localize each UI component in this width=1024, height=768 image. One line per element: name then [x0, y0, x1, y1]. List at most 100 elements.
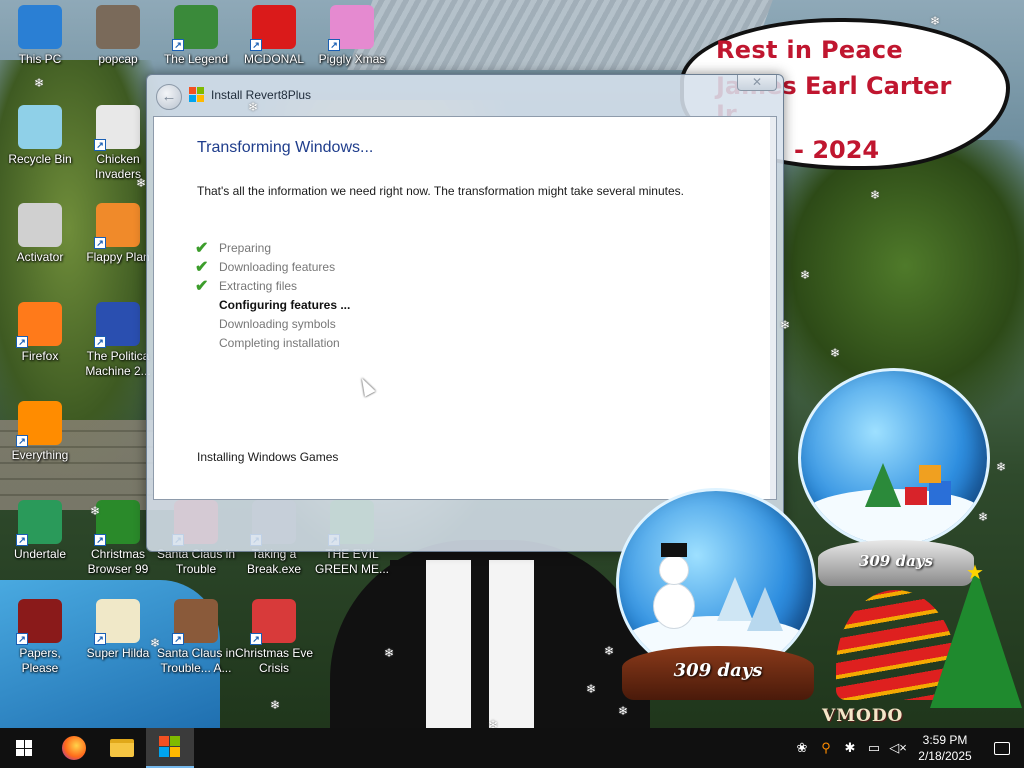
snowflake-icon: ❄ [34, 76, 45, 90]
snow-globe-small [798, 368, 990, 548]
search-tray-icon[interactable]: ⚲ [814, 728, 838, 768]
desktop-icon-computer[interactable]: This PC [0, 5, 80, 67]
clock[interactable]: 3:59 PM 2/18/2025 [910, 732, 980, 764]
recycle-bin-icon [18, 105, 62, 149]
desktop-icon-xmas-eve[interactable]: ↗ Christmas Eve Crisis [234, 599, 314, 676]
snowflake-icon: ❄ [930, 14, 941, 28]
taskbar-file-explorer[interactable] [98, 728, 146, 768]
notification-center-button[interactable] [980, 728, 1024, 768]
checkmark-icon: ✔ [195, 259, 209, 276]
shortcut-arrow-icon: ↗ [94, 336, 106, 348]
snowman-body-icon [653, 583, 695, 629]
snowflake-icon: ❄ [978, 510, 989, 524]
progress-step-label: Completing installation [219, 336, 340, 350]
shortcut-arrow-icon: ↗ [16, 534, 28, 546]
taskbar-installer[interactable] [146, 728, 194, 768]
desktop-icon-label: MCDONAL [243, 52, 304, 66]
desktop-icon-activator[interactable]: Activator [0, 203, 80, 265]
installer-content: Transforming Windows... That's all the i… [153, 116, 777, 500]
desktop-icon-popcap[interactable]: popcap [78, 5, 158, 67]
taskbar-firefox[interactable] [50, 728, 98, 768]
snow-tree-icon-2 [747, 587, 783, 631]
snowflake-icon: ❄ [780, 318, 791, 332]
installer-heading: Transforming Windows... [197, 139, 374, 156]
shortcut-arrow-icon: ↗ [172, 633, 184, 645]
snowflake-icon: ❄ [830, 346, 841, 360]
desktop-icon-mcdonalds[interactable]: ↗ MCDONAL [234, 5, 314, 67]
start-button[interactable] [0, 728, 48, 768]
xmas-eve-icon: ↗ [250, 599, 296, 645]
gift-orange-icon [919, 465, 941, 483]
politica-icon: ↗ [94, 302, 140, 348]
background-figure-shirt [390, 560, 570, 730]
desktop-icon-everything[interactable]: ↗ Everything [0, 401, 80, 463]
desktop-icon-undertale[interactable]: ↗ Undertale [0, 500, 80, 562]
desktop-icon-firefox[interactable]: ↗ Firefox [0, 302, 80, 364]
taskbar: ❀ ⚲ ✱ ▭ ◁× 3:59 PM 2/18/2025 [0, 728, 1024, 768]
memorial-line-1: Rest in Peace [716, 36, 904, 64]
shortcut-arrow-icon: ↗ [172, 39, 184, 51]
christmas-browser-icon: ↗ [94, 500, 140, 546]
shortcut-arrow-icon: ↗ [250, 633, 262, 645]
shortcut-arrow-icon: ↗ [94, 237, 106, 249]
network-icon[interactable]: ▭ [862, 728, 886, 768]
desktop-icon-label: The Legend [163, 52, 229, 66]
santa-trouble-2-icon: ↗ [172, 599, 218, 645]
close-button[interactable]: ✕ [737, 75, 777, 91]
desktop-icon-label: Firefox [21, 349, 59, 363]
shortcut-arrow-icon: ↗ [94, 139, 106, 151]
computer-icon [18, 5, 62, 49]
progress-step-pending: Completing installation [194, 334, 350, 353]
decor-text: VMODO [822, 706, 904, 726]
progress-step-label: Extracting files [219, 279, 298, 293]
desktop-icon-label: popcap [98, 52, 138, 66]
desktop-icon-label: Santa Claus in Trouble... A... [156, 646, 236, 675]
mcdonalds-icon: ↗ [250, 5, 296, 51]
desktop-icon-santa-trouble-2[interactable]: ↗ Santa Claus in Trouble... A... [156, 599, 236, 676]
snowflake-icon: ❄ [996, 460, 1007, 474]
windows-flag-icon [159, 736, 181, 758]
snowflake-icon: ❄ [586, 682, 597, 696]
desktop-icon-label: Piggly Xmas [318, 52, 386, 66]
desktop-icon-recycle-bin[interactable]: Recycle Bin [0, 105, 80, 167]
windows-flag-icon [189, 87, 205, 103]
progress-step-pending: Downloading symbols [194, 315, 350, 334]
desktop-icon-legend[interactable]: ↗ The Legend [156, 5, 236, 67]
shortcut-arrow-icon: ↗ [16, 435, 28, 447]
desktop-icon-piggly[interactable]: ↗ Piggly Xmas [312, 5, 392, 67]
snowflake-icon: ❄ [618, 704, 629, 718]
progress-step-label: Configuring features ... [219, 298, 351, 312]
clock-date: 2/18/2025 [918, 749, 972, 763]
globe-base-large: 309 days [622, 646, 814, 700]
popcap-icon [96, 5, 140, 49]
checkmark-icon: ✔ [195, 240, 209, 257]
desktop-icon-super-hilda[interactable]: ↗ Super Hilda [78, 599, 158, 661]
desktop-icon-label: This PC [18, 52, 62, 66]
volume-muted-icon[interactable]: ◁× [886, 728, 910, 768]
papers-please-icon: ↗ [16, 599, 62, 645]
snowflake-icon: ❄ [90, 504, 101, 518]
desktop-icon-label: Everything [11, 448, 69, 462]
system-tray: ❀ ⚲ ✱ ▭ ◁× 3:59 PM 2/18/2025 [790, 728, 1024, 768]
shortcut-arrow-icon: ↗ [16, 633, 28, 645]
windows-start-icon [16, 740, 32, 756]
progress-step-current: Configuring features ... [194, 296, 350, 315]
desktop-icon-papers-please[interactable]: ↗ Papers, Please [0, 599, 80, 676]
snow-tray-icon[interactable]: ✱ [838, 728, 862, 768]
undertale-icon: ↗ [16, 500, 62, 546]
firefox-icon [62, 736, 86, 760]
window-titlebar[interactable]: ← Install Revert8Plus ✕ [147, 75, 783, 115]
content-scrollbar[interactable] [770, 117, 776, 499]
snowman-head-icon [659, 555, 689, 585]
people-icon[interactable]: ❀ [790, 728, 814, 768]
super-hilda-icon: ↗ [94, 599, 140, 645]
installer-status-text: Installing Windows Games [197, 450, 339, 464]
firefox-icon: ↗ [16, 302, 62, 348]
legend-icon: ↗ [172, 5, 218, 51]
back-button[interactable]: ← [156, 84, 182, 110]
progress-step-done: ✔ Downloading features [194, 258, 350, 277]
installer-window[interactable]: ← Install Revert8Plus ✕ Transforming Win… [146, 74, 784, 552]
desktop-icon-label: Recycle Bin [8, 152, 72, 166]
days-counter-large: 309 days [673, 660, 763, 681]
snowflake-icon: ❄ [136, 176, 147, 190]
